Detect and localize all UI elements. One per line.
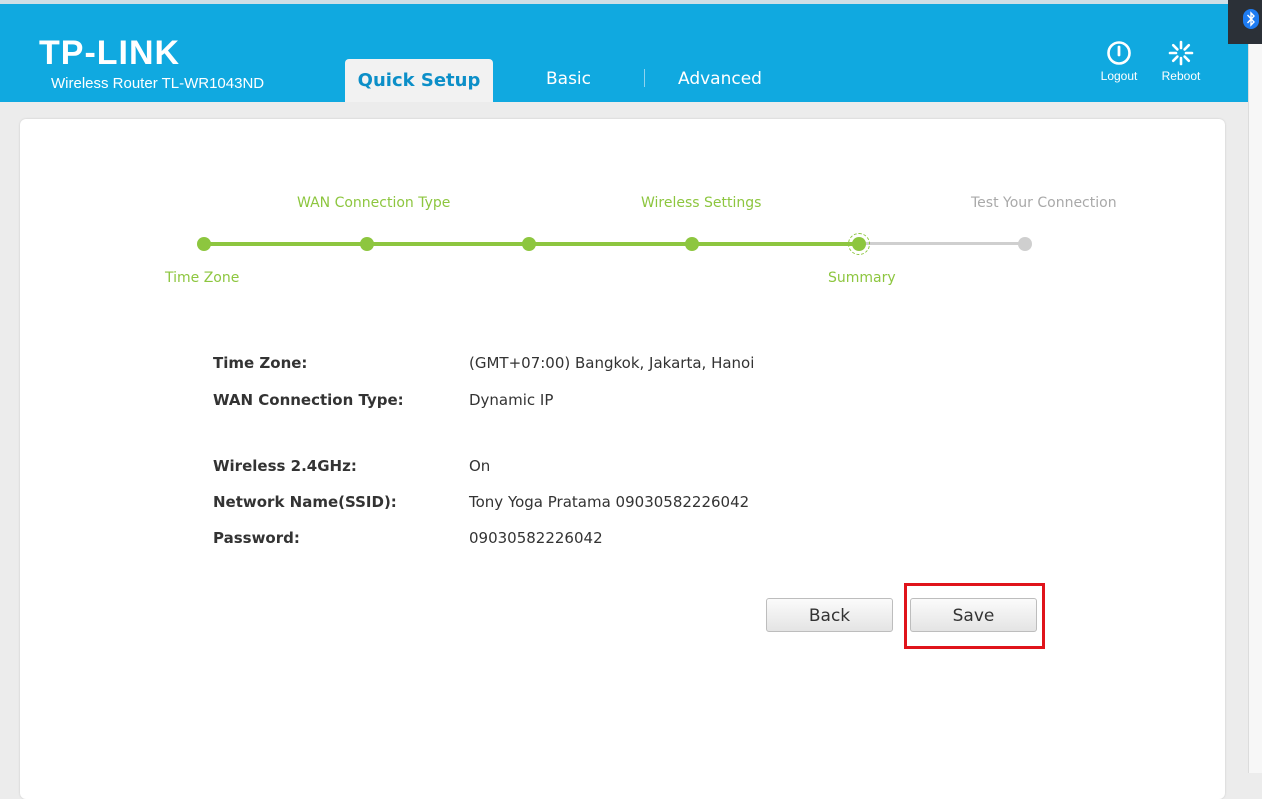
tab-advanced[interactable]: Advanced xyxy=(678,69,762,89)
step-dot-wan xyxy=(360,237,374,251)
step-dot-wireless xyxy=(685,237,699,251)
step-label-test: Test Your Connection xyxy=(971,195,1117,211)
password-label: Password: xyxy=(213,529,300,547)
tab-divider xyxy=(644,69,645,87)
content-panel xyxy=(20,119,1225,799)
logout-button[interactable]: Logout xyxy=(1098,40,1140,83)
model-name: Wireless Router TL-WR1043ND xyxy=(51,75,265,92)
wan-type-value: Dynamic IP xyxy=(469,391,554,409)
password-value: 09030582226042 xyxy=(469,529,603,547)
ssid-value: Tony Yoga Pratama 09030582226042 xyxy=(469,493,750,511)
spinner-icon xyxy=(1168,40,1194,66)
bluetooth-glyph xyxy=(1246,11,1255,27)
step-dot-time-zone xyxy=(197,237,211,251)
progress-track-remaining xyxy=(858,242,1025,245)
step-dot-3 xyxy=(522,237,536,251)
step-label-summary: Summary xyxy=(828,270,896,286)
wireless-value: On xyxy=(469,457,491,475)
time-zone-label: Time Zone: xyxy=(213,354,308,372)
back-button[interactable]: Back xyxy=(766,598,893,632)
tab-quick-setup[interactable]: Quick Setup xyxy=(345,59,493,102)
wan-type-label: WAN Connection Type: xyxy=(213,391,404,409)
tab-basic[interactable]: Basic xyxy=(546,69,591,89)
step-label-wan: WAN Connection Type xyxy=(297,195,451,211)
step-dot-summary-current xyxy=(848,233,870,255)
save-highlight-box xyxy=(904,583,1045,649)
ssid-label: Network Name(SSID): xyxy=(213,493,397,511)
brand-logo: TP-LINK xyxy=(39,34,181,72)
step-label-wireless: Wireless Settings xyxy=(641,195,762,211)
time-zone-value: (GMT+07:00) Bangkok, Jakarta, Hanoi xyxy=(469,354,755,372)
window-edge xyxy=(1248,44,1262,773)
logout-label: Logout xyxy=(1100,69,1138,83)
reboot-button[interactable]: Reboot xyxy=(1158,40,1204,83)
step-dot-test xyxy=(1018,237,1032,251)
wireless-label: Wireless 2.4GHz: xyxy=(213,457,357,475)
reboot-label: Reboot xyxy=(1161,69,1201,83)
bluetooth-icon[interactable] xyxy=(1243,9,1259,29)
step-label-time-zone: Time Zone xyxy=(165,270,240,286)
power-icon xyxy=(1107,41,1131,65)
